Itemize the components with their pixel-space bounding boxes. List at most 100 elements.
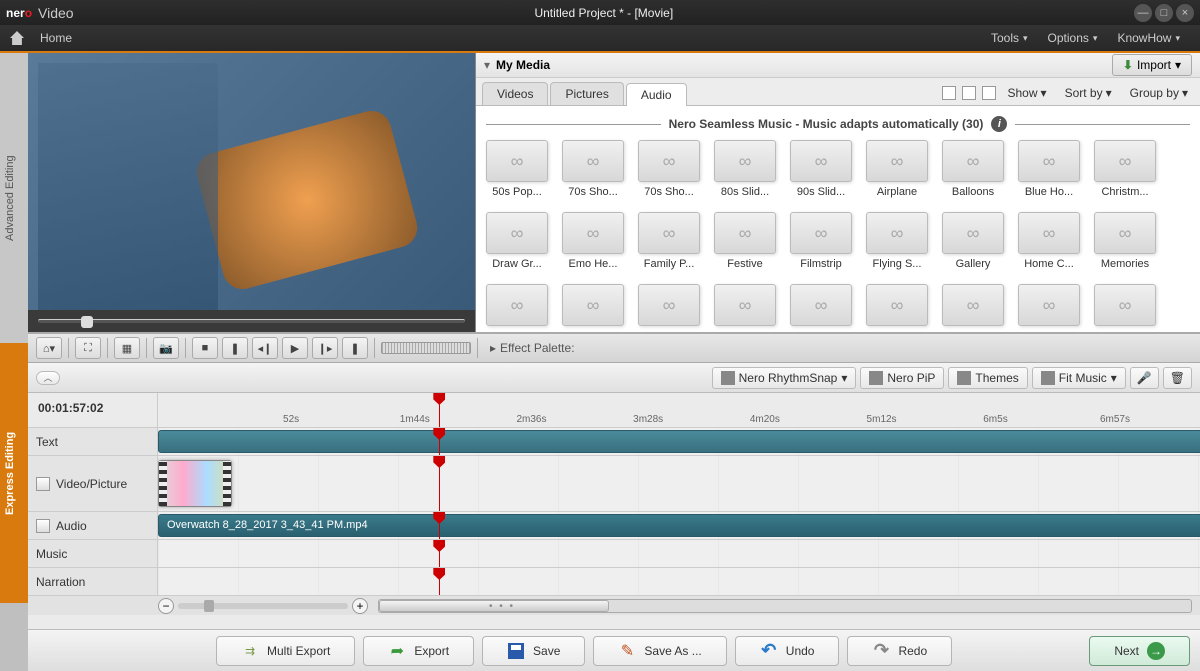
home-menu[interactable]: Home <box>30 27 82 49</box>
audio-clip[interactable]: Overwatch 8_28_2017 3_43_41 PM.mp4 <box>158 514 1200 537</box>
import-button[interactable]: ⬇ Import ▾ <box>1112 54 1192 76</box>
media-item[interactable]: ∞ <box>1018 284 1080 326</box>
media-item[interactable]: ∞Balloons <box>942 140 1004 198</box>
maximize-button[interactable]: □ <box>1155 4 1173 22</box>
play-button[interactable]: ▶ <box>282 337 308 359</box>
media-item[interactable]: ∞Blue Ho... <box>1018 140 1080 198</box>
media-item[interactable]: ∞Family P... <box>638 212 700 270</box>
expand-icon[interactable]: ▾ <box>484 58 490 72</box>
media-item[interactable]: ∞70s Sho... <box>562 140 624 198</box>
rhythmsnap-button[interactable]: Nero RhythmSnap▾ <box>712 367 857 389</box>
expand-icon[interactable]: ▸ <box>490 341 496 355</box>
media-item[interactable]: ∞ <box>486 284 548 326</box>
monitor-button[interactable]: ⌂▾ <box>36 337 62 359</box>
undo-button[interactable]: ↶ Undo <box>735 636 840 666</box>
media-item-label: 50s Pop... <box>486 186 548 198</box>
save-as-button[interactable]: ✎ Save As ... <box>593 636 726 666</box>
next-button[interactable]: Next → <box>1089 636 1190 666</box>
expand-tracks-button[interactable]: ︿ <box>36 371 60 385</box>
media-item[interactable]: ∞Memories <box>1094 212 1156 270</box>
media-item[interactable]: ∞Festive <box>714 212 776 270</box>
knowhow-menu[interactable]: KnowHow▾ <box>1107 27 1190 49</box>
track-toggle[interactable] <box>36 477 50 491</box>
ruler-tick: 3m28s <box>633 414 663 425</box>
multi-export-button[interactable]: ⇉ Multi Export <box>216 636 355 666</box>
media-item[interactable]: ∞ <box>942 284 1004 326</box>
delete-button[interactable]: 🗑 <box>1163 367 1192 389</box>
track-audio: Audio Overwatch 8_28_2017 3_43_41 PM.mp4 <box>28 511 1200 539</box>
track-toggle[interactable] <box>36 519 50 533</box>
media-item[interactable]: ∞ <box>866 284 928 326</box>
media-item[interactable]: ∞50s Pop... <box>486 140 548 198</box>
music-icon: ∞ <box>942 284 1004 326</box>
preview-scrubber[interactable] <box>28 310 475 332</box>
media-item[interactable]: ∞ <box>790 284 852 326</box>
timeline-scrollbar[interactable]: • • • <box>378 599 1192 613</box>
media-item[interactable]: ∞ <box>562 284 624 326</box>
close-button[interactable]: × <box>1176 4 1194 22</box>
media-item[interactable]: ∞90s Slid... <box>790 140 852 198</box>
fullscreen-button[interactable]: ⛶ <box>75 337 101 359</box>
track-narration: Narration <box>28 567 1200 595</box>
tab-advanced-editing[interactable]: Advanced Editing <box>0 53 28 343</box>
media-item[interactable]: ∞80s Slid... <box>714 140 776 198</box>
show-dropdown[interactable]: Show▾ <box>1002 84 1053 102</box>
redo-icon: ↷ <box>872 642 890 660</box>
prev-frame-button[interactable]: ❚ <box>222 337 248 359</box>
media-panel: ▾ My Media ⬇ Import ▾ Videos Pictures Au… <box>476 53 1200 332</box>
options-menu[interactable]: Options▾ <box>1038 27 1108 49</box>
redo-button[interactable]: ↷ Redo <box>847 636 952 666</box>
view-list-icon[interactable] <box>962 86 976 100</box>
music-icon: ∞ <box>942 140 1004 182</box>
group-dropdown[interactable]: Group by▾ <box>1124 84 1194 102</box>
minimize-button[interactable]: — <box>1134 4 1152 22</box>
fitmusic-button[interactable]: Fit Music▾ <box>1032 367 1126 389</box>
info-icon[interactable]: i <box>991 116 1007 132</box>
media-item-label: 80s Slid... <box>714 186 776 198</box>
video-clip[interactable] <box>158 460 232 507</box>
media-item[interactable]: ∞Filmstrip <box>790 212 852 270</box>
media-item[interactable]: ∞ <box>638 284 700 326</box>
step-back-button[interactable]: ◂❙ <box>252 337 278 359</box>
step-fwd-button[interactable]: ❙▸ <box>312 337 338 359</box>
playhead[interactable] <box>439 393 440 427</box>
media-tab-videos[interactable]: Videos <box>482 82 548 105</box>
media-tab-audio[interactable]: Audio <box>626 83 687 106</box>
zoom-out-button[interactable]: − <box>158 598 174 614</box>
media-item[interactable]: ∞Airplane <box>866 140 928 198</box>
media-item[interactable]: ∞Gallery <box>942 212 1004 270</box>
jog-slider[interactable] <box>381 342 471 354</box>
media-item[interactable]: ∞Emo He... <box>562 212 624 270</box>
tab-express-editing[interactable]: Express Editing <box>0 343 28 603</box>
media-item[interactable]: ∞Flying S... <box>866 212 928 270</box>
multi-export-icon: ⇉ <box>241 642 259 660</box>
themes-button[interactable]: Themes <box>948 367 1027 389</box>
stop-button[interactable]: ■ <box>192 337 218 359</box>
timeline-ruler[interactable]: 52s1m44s2m36s3m28s4m20s5m12s6m5s6m57s7m4… <box>158 393 1200 427</box>
zoom-in-button[interactable]: + <box>352 598 368 614</box>
snapshot-button[interactable]: 📷 <box>153 337 179 359</box>
view-grid-icon[interactable] <box>942 86 956 100</box>
export-button[interactable]: ➦ Export <box>363 636 474 666</box>
view-detail-icon[interactable] <box>982 86 996 100</box>
next-frame-button[interactable]: ❚ <box>342 337 368 359</box>
zoom-slider[interactable] <box>178 603 348 609</box>
media-item[interactable]: ∞Draw Gr... <box>486 212 548 270</box>
save-button[interactable]: Save <box>482 636 585 666</box>
media-item-label: Gallery <box>942 258 1004 270</box>
grid-button[interactable]: ▦ <box>114 337 140 359</box>
media-item[interactable]: ∞Christm... <box>1094 140 1156 198</box>
pip-button[interactable]: Nero PiP <box>860 367 944 389</box>
media-item[interactable]: ∞ <box>1094 284 1156 326</box>
media-item[interactable]: ∞Home C... <box>1018 212 1080 270</box>
media-item[interactable]: ∞70s Sho... <box>638 140 700 198</box>
text-clip[interactable] <box>158 430 1200 453</box>
music-icon: ∞ <box>1094 212 1156 254</box>
tools-menu[interactable]: Tools▾ <box>981 27 1038 49</box>
record-voice-button[interactable]: 🎤 <box>1130 367 1159 389</box>
media-tab-pictures[interactable]: Pictures <box>550 82 623 105</box>
media-item[interactable]: ∞ <box>714 284 776 326</box>
sort-dropdown[interactable]: Sort by▾ <box>1059 84 1118 102</box>
video-preview[interactable] <box>28 53 475 310</box>
scrub-knob[interactable] <box>81 316 93 328</box>
